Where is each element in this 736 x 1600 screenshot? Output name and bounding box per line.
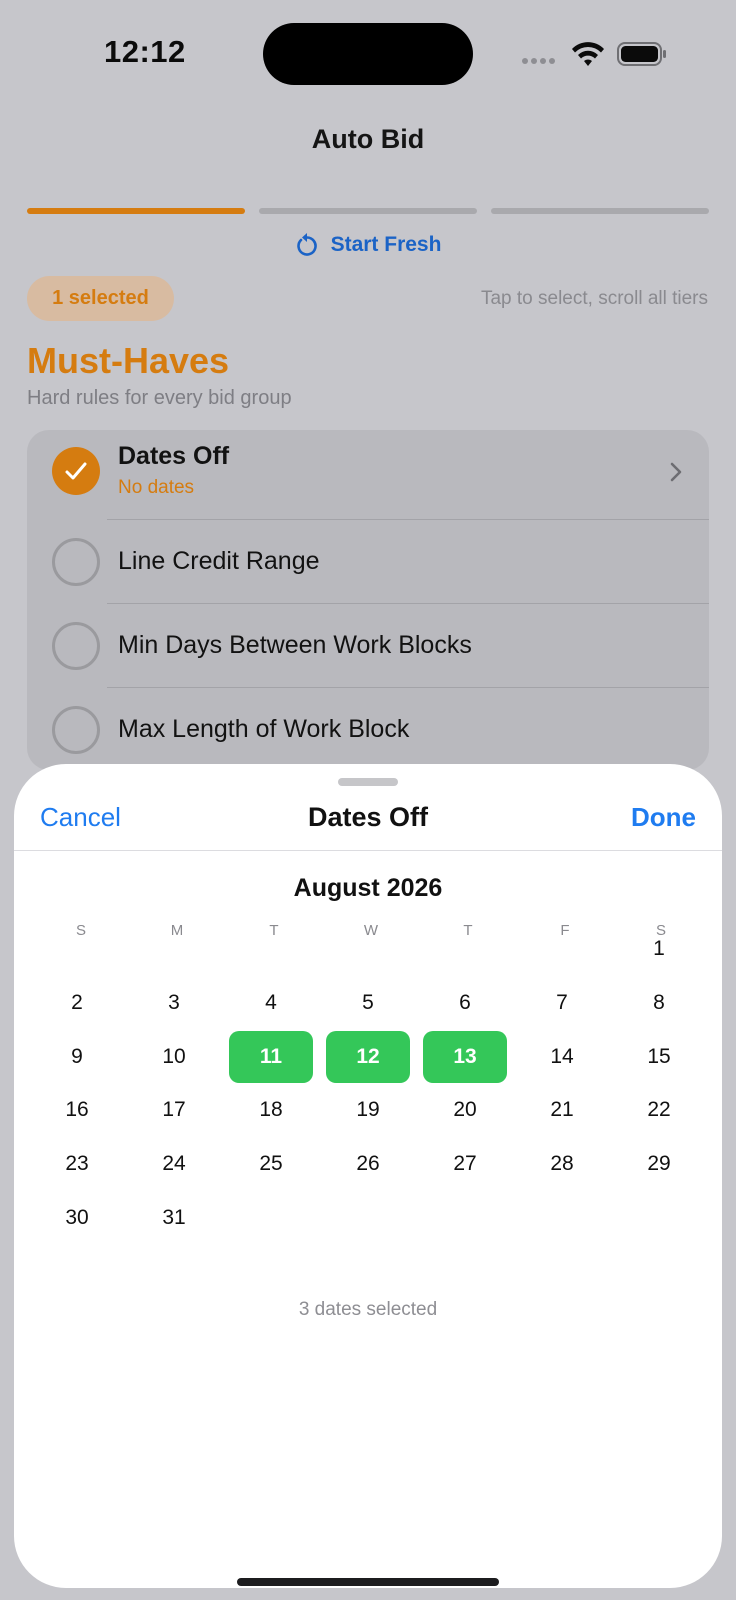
weekday-label: T	[463, 922, 473, 939]
calendar-day[interactable]: 27	[423, 1138, 507, 1190]
weekday-label: T	[269, 922, 279, 939]
calendar-day[interactable]: 16	[35, 1084, 119, 1136]
calendar-day[interactable]: 23	[35, 1138, 119, 1190]
unchecked-checkbox-icon[interactable]	[52, 538, 100, 586]
calendar-day[interactable]: 29	[617, 1138, 701, 1190]
progress-step-3	[491, 208, 709, 214]
unchecked-checkbox-icon[interactable]	[52, 622, 100, 670]
battery-icon	[617, 42, 666, 66]
calendar-day[interactable]: 30	[35, 1192, 119, 1244]
calendar-day[interactable]: 28	[520, 1138, 604, 1190]
calendar-day[interactable]: 22	[617, 1084, 701, 1136]
checked-checkbox-icon[interactable]	[52, 447, 100, 495]
weekday-label: S	[75, 922, 86, 939]
weekday-label: F	[560, 922, 570, 939]
calendar-day[interactable]: 26	[326, 1138, 410, 1190]
selected-dates-count: 3 dates selected	[298, 1299, 438, 1320]
calendar-day[interactable]: 3	[132, 977, 216, 1029]
sheet-divider	[14, 850, 722, 851]
calendar-day[interactable]: 10	[132, 1031, 216, 1083]
dates-off-sheet: Dates Off Cancel Done August 2026 S M T …	[14, 764, 722, 1588]
wifi-icon	[572, 42, 604, 66]
calendar-day-selected[interactable]: 11	[229, 1031, 313, 1083]
calendar-day[interactable]: 6	[423, 977, 507, 1029]
calendar-day[interactable]: 21	[520, 1084, 604, 1136]
sheet-grabber[interactable]	[338, 778, 398, 786]
rule-label: Max Length of Work Block	[118, 715, 410, 743]
progress-step-1	[27, 208, 245, 214]
chevron-right-icon	[670, 462, 682, 482]
rule-max-length-of-work-block[interactable]: Max Length of Work Block	[27, 688, 709, 770]
home-indicator	[237, 1578, 499, 1586]
rule-line-credit-range[interactable]: Line Credit Range	[27, 520, 709, 604]
calendar-day-selected[interactable]: 13	[423, 1031, 507, 1083]
unchecked-checkbox-icon[interactable]	[52, 706, 100, 754]
calendar-day[interactable]: 7	[520, 977, 604, 1029]
selection-hint: Tap to select, scroll all tiers	[480, 288, 708, 309]
calendar-day[interactable]: 20	[423, 1084, 507, 1136]
cellular-signal-icon	[522, 58, 555, 64]
dynamic-island	[263, 23, 473, 85]
rule-min-days-between-work-blocks[interactable]: Min Days Between Work Blocks	[27, 604, 709, 688]
calendar-day[interactable]: 19	[326, 1084, 410, 1136]
reset-icon	[296, 233, 317, 256]
rule-label: Line Credit Range	[118, 547, 320, 575]
cancel-button[interactable]: Cancel	[40, 802, 121, 833]
calendar-day[interactable]: 31	[132, 1192, 216, 1244]
step-progress	[27, 208, 709, 214]
selected-count-pill: 1 selected	[27, 276, 174, 321]
calendar-day[interactable]: 1	[617, 923, 701, 975]
status-time: 12:12	[104, 34, 186, 69]
progress-step-2	[259, 208, 477, 214]
calendar-day[interactable]: 14	[520, 1031, 604, 1083]
rules-list: Dates Off No dates Line Credit Range Min…	[27, 430, 709, 770]
section-title: Must-Haves	[27, 340, 230, 381]
rule-sublabel: No dates	[118, 477, 195, 498]
weekday-label: M	[170, 922, 184, 939]
start-fresh-label: Start Fresh	[330, 233, 442, 256]
rule-label: Dates Off	[118, 442, 230, 470]
calendar-day[interactable]: 5	[326, 977, 410, 1029]
calendar-day-selected[interactable]: 12	[326, 1031, 410, 1083]
weekday-label: W	[363, 922, 379, 939]
section-subtitle: Hard rules for every bid group	[27, 387, 292, 409]
calendar-day[interactable]: 9	[35, 1031, 119, 1083]
calendar-day[interactable]: 17	[132, 1084, 216, 1136]
calendar-day[interactable]: 24	[132, 1138, 216, 1190]
calendar-day[interactable]: 25	[229, 1138, 313, 1190]
rule-dates-off[interactable]: Dates Off No dates	[27, 430, 709, 520]
calendar-day[interactable]: 15	[617, 1031, 701, 1083]
calendar-day[interactable]: 18	[229, 1084, 313, 1136]
nav-title: Auto Bid	[311, 124, 425, 154]
calendar-day[interactable]: 2	[35, 977, 119, 1029]
calendar-day[interactable]: 4	[229, 977, 313, 1029]
rule-label: Min Days Between Work Blocks	[118, 631, 472, 659]
start-fresh-button[interactable]: Start Fresh	[0, 232, 736, 258]
calendar-day[interactable]: 8	[617, 977, 701, 1029]
calendar-month: August 2026	[293, 874, 443, 902]
done-button[interactable]: Done	[631, 802, 696, 833]
